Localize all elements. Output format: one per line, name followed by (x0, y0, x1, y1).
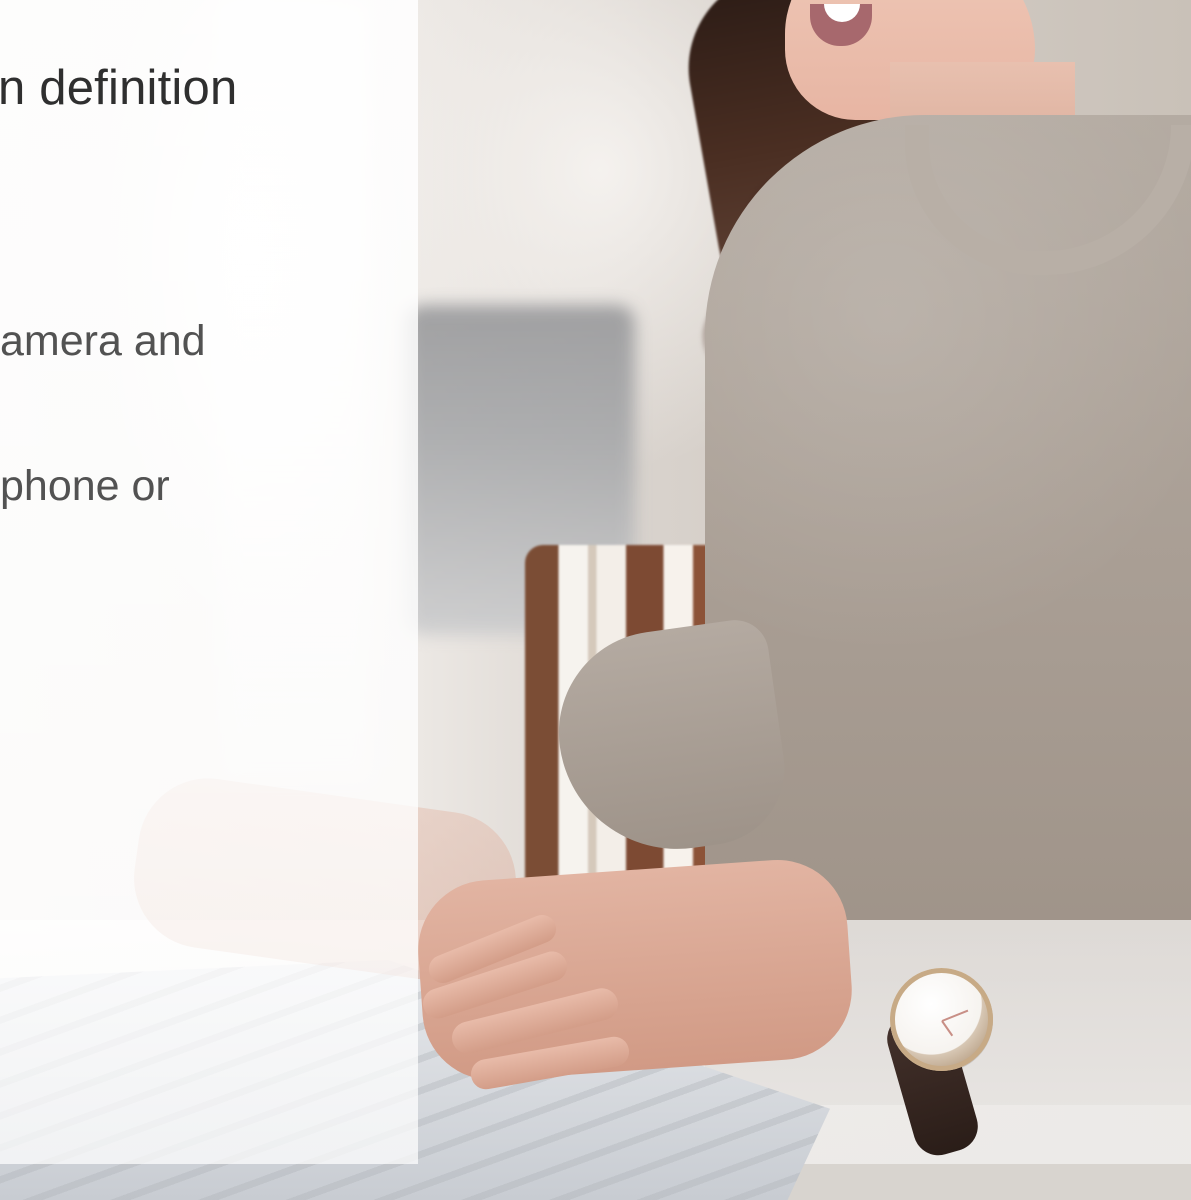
body-text-line-2: phone or (0, 462, 170, 510)
body-text-line-1: amera and (0, 317, 206, 365)
text-panel: n definition amera and phone or (0, 0, 418, 1164)
panel-title: n definition (0, 61, 238, 115)
